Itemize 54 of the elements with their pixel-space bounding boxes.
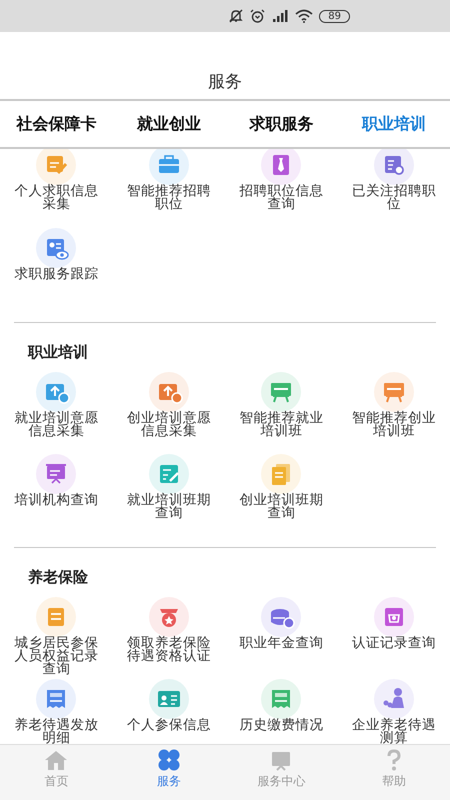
nav-tab[interactable]: 首页 <box>0 745 112 800</box>
card-eye-icon[interactable] <box>36 228 76 268</box>
service-label: 历史缴费情况 <box>239 719 324 732</box>
receipt-icon[interactable] <box>36 679 76 719</box>
people-icon[interactable] <box>374 679 414 719</box>
service-label: 招聘职位信息查询 <box>239 185 324 211</box>
easel-icon[interactable] <box>374 372 414 412</box>
service-label: 求职服务跟踪 <box>14 268 98 281</box>
upload-card-icon[interactable] <box>36 372 76 412</box>
page-title: 服务 <box>208 71 242 93</box>
service-label: 创业培训意愿信息采集 <box>126 412 211 438</box>
four-circles-icon <box>156 749 182 771</box>
easel-icon[interactable] <box>261 372 302 412</box>
signal-icon <box>271 9 290 23</box>
service-label: 城乡居民参保人员权益记录查询 <box>14 637 98 676</box>
service-label: 智能推荐就业培训班 <box>239 412 324 438</box>
service-label: 创业培训班期查询 <box>239 494 324 520</box>
section-title: 养老保险 <box>26 567 89 588</box>
briefcase-icon[interactable] <box>148 149 189 185</box>
service-label: 职业年金查询 <box>239 637 324 650</box>
service-label: 智能推荐创业培训班 <box>352 412 436 438</box>
nav-tab[interactable]: 服务中心 <box>225 745 338 800</box>
document-icon[interactable] <box>36 597 76 637</box>
service-label: 智能推荐招聘职位 <box>126 185 211 211</box>
home-icon <box>43 749 70 771</box>
book-icon[interactable] <box>261 454 302 494</box>
service-label: 培训机构查询 <box>14 494 98 507</box>
nav-tab[interactable]: 服务 <box>112 745 225 800</box>
service-label: 就业培训意愿信息采集 <box>14 412 98 438</box>
tie-card-icon[interactable] <box>261 149 302 185</box>
medal-icon[interactable] <box>148 597 189 637</box>
stamp-icon[interactable] <box>374 597 414 637</box>
service-label: 个人参保信息 <box>126 719 211 732</box>
presentation-screen-icon[interactable] <box>36 454 76 494</box>
service-label: 已关注招聘职位 <box>352 185 436 211</box>
card-search-icon[interactable] <box>374 149 414 185</box>
card-pencil-icon[interactable] <box>148 454 189 494</box>
wifi-icon <box>295 9 314 23</box>
document-pen-icon[interactable] <box>36 149 76 185</box>
id-card-icon[interactable] <box>148 679 189 719</box>
nav-tab[interactable]: 帮助 <box>338 745 450 800</box>
mute-icon <box>228 9 244 23</box>
service-label: 就业培训班期查询 <box>126 494 211 520</box>
section-title: 职业培训 <box>26 342 89 363</box>
service-label: 认证记录查询 <box>352 637 436 650</box>
service-label: 养老待遇发放明细 <box>14 719 98 744</box>
alarm-icon <box>250 9 266 23</box>
service-label: 领取养老保险待遇资格认证 <box>126 637 211 663</box>
battery-indicator: 89 <box>319 10 350 22</box>
service-label: 企业养老待遇测算 <box>352 719 436 744</box>
service-label: 个人求职信息采集 <box>14 185 98 211</box>
upload-card-icon[interactable] <box>148 372 189 412</box>
receipt-icon[interactable] <box>261 679 302 719</box>
coins-icon[interactable] <box>261 597 302 637</box>
